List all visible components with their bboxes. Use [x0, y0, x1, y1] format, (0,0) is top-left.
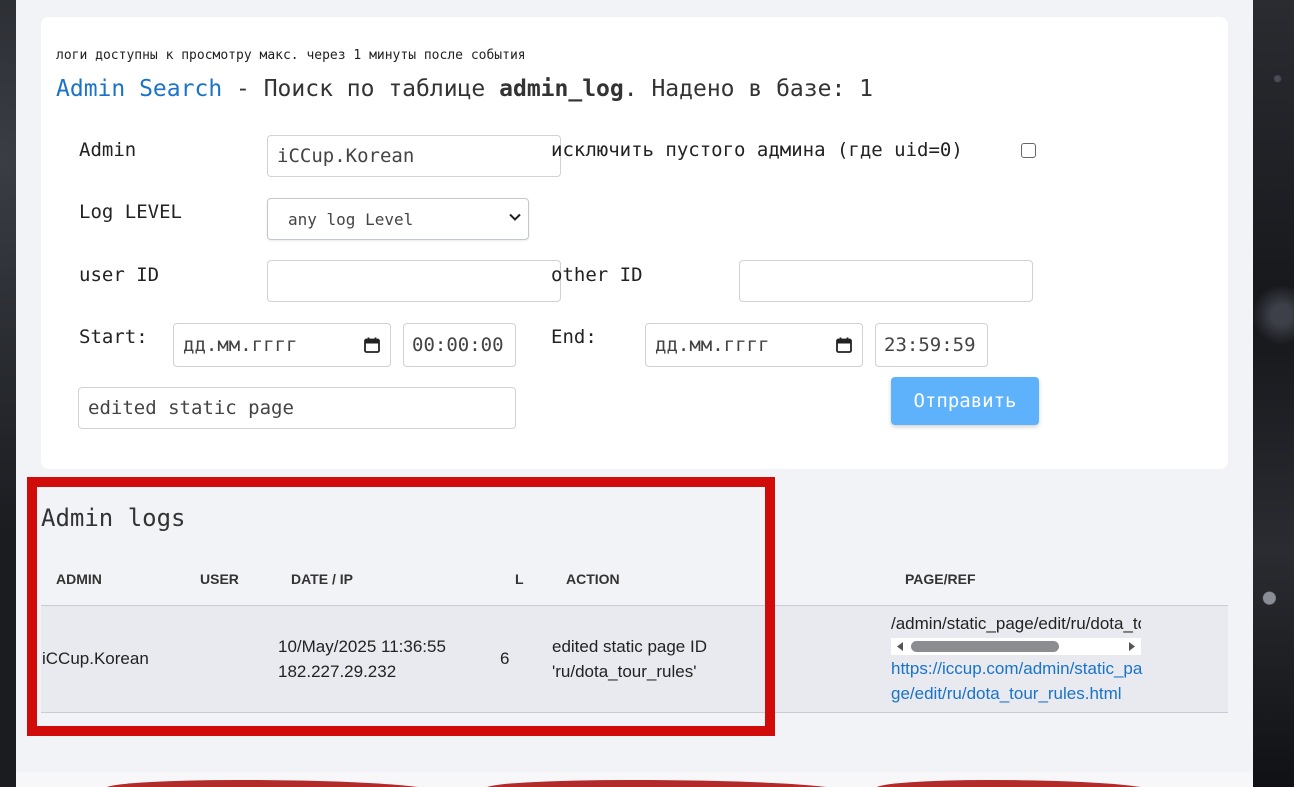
start-date-placeholder: дд.мм.гггг — [183, 334, 298, 356]
cell-ref: https://iccup.com/admin/static_pa ge/edit… — [891, 656, 1142, 706]
cell-date-ip: 10/May/2025 11:36:55 182.227.29.232 — [278, 634, 446, 684]
column-header-date-ip: DATE / IP — [291, 571, 353, 587]
page-path-scrollbar[interactable] — [891, 638, 1141, 655]
cell-level: 6 — [500, 649, 510, 668]
background-right — [1253, 0, 1294, 787]
title-table: admin_log — [499, 76, 624, 102]
cell-page-path: /admin/static_page/edit/ru/dota_to — [891, 614, 1141, 633]
start-date-input[interactable]: дд.мм.гггг — [173, 323, 391, 367]
page-title: Admin Search - Поиск по таблице admin_lo… — [56, 76, 873, 102]
cell-admin: iCCup.Korean — [42, 649, 149, 668]
log-level-label: Log LEVEL — [79, 201, 182, 223]
column-header-admin: ADMIN — [56, 571, 102, 587]
end-label: End: — [551, 326, 597, 348]
end-date-placeholder: дд.мм.гггг — [655, 334, 770, 356]
footer-decoration — [16, 772, 1253, 787]
background-left — [0, 0, 16, 787]
admin-label: Admin — [79, 139, 137, 161]
other-id-label: other ID — [551, 264, 643, 286]
action-search-value: edited static page — [88, 397, 294, 419]
end-date-input[interactable]: дд.мм.гггг — [645, 323, 863, 367]
end-time-input[interactable]: 23:59:59 — [875, 323, 988, 367]
scroll-left-icon[interactable] — [895, 641, 905, 652]
other-id-input[interactable] — [739, 260, 1033, 302]
admin-logs-title: Admin logs — [41, 504, 186, 532]
start-time-input[interactable]: 00:00:00 — [403, 323, 516, 367]
ref-link[interactable]: https://iccup.com/admin/static_pa ge/edit… — [891, 659, 1142, 703]
cell-action: edited static page ID 'ru/dota_tour_rule… — [552, 634, 707, 684]
cell-date: 10/May/2025 11:36:55 — [278, 637, 446, 656]
scrollbar-thumb[interactable] — [911, 641, 1059, 652]
calendar-icon[interactable] — [835, 336, 853, 354]
column-header-level: L — [515, 571, 524, 587]
submit-button[interactable]: Отправить — [891, 377, 1039, 425]
title-mid: - Поиск по таблице — [222, 76, 500, 102]
column-header-page-ref: PAGE/REF — [905, 571, 976, 587]
user-id-input[interactable] — [267, 260, 561, 302]
action-search-input[interactable]: edited static page — [78, 387, 516, 429]
ref-link-line2: ge/edit/ru/dota_tour_rules.html — [891, 684, 1122, 703]
exclude-empty-admin-label: исключить пустого админа (где uid=0) — [551, 139, 963, 161]
calendar-icon[interactable] — [363, 336, 381, 354]
cell-ip: 182.227.29.232 — [278, 662, 397, 681]
column-header-user: USER — [200, 571, 239, 587]
start-label: Start: — [79, 326, 148, 348]
chevron-down-icon — [509, 213, 521, 221]
log-level-select[interactable]: any log Level — [267, 198, 529, 240]
log-delay-notice: логи доступны к просмотру макс. через 1 … — [56, 48, 526, 63]
column-header-action: ACTION — [566, 571, 620, 587]
admin-input[interactable]: iCCup.Korean — [267, 135, 561, 177]
user-id-label: user ID — [79, 264, 160, 286]
cell-action-line2: 'ru/dota_tour_rules' — [552, 662, 697, 681]
ref-link-line1: https://iccup.com/admin/static_pa — [891, 659, 1143, 678]
cell-action-line1: edited static page ID — [552, 637, 707, 656]
admin-search-link[interactable]: Admin Search — [56, 76, 222, 102]
scroll-right-icon[interactable] — [1127, 641, 1137, 652]
page-content: логи доступны к просмотру макс. через 1 … — [16, 0, 1253, 772]
end-time-value: 23:59:59 — [884, 334, 976, 356]
title-tail: . Надено в базе: 1 — [623, 76, 873, 102]
exclude-empty-admin-checkbox[interactable] — [1021, 143, 1036, 158]
log-level-selected: any log Level — [288, 209, 414, 229]
start-time-value: 00:00:00 — [412, 334, 504, 356]
admin-input-value: iCCup.Korean — [277, 145, 415, 167]
